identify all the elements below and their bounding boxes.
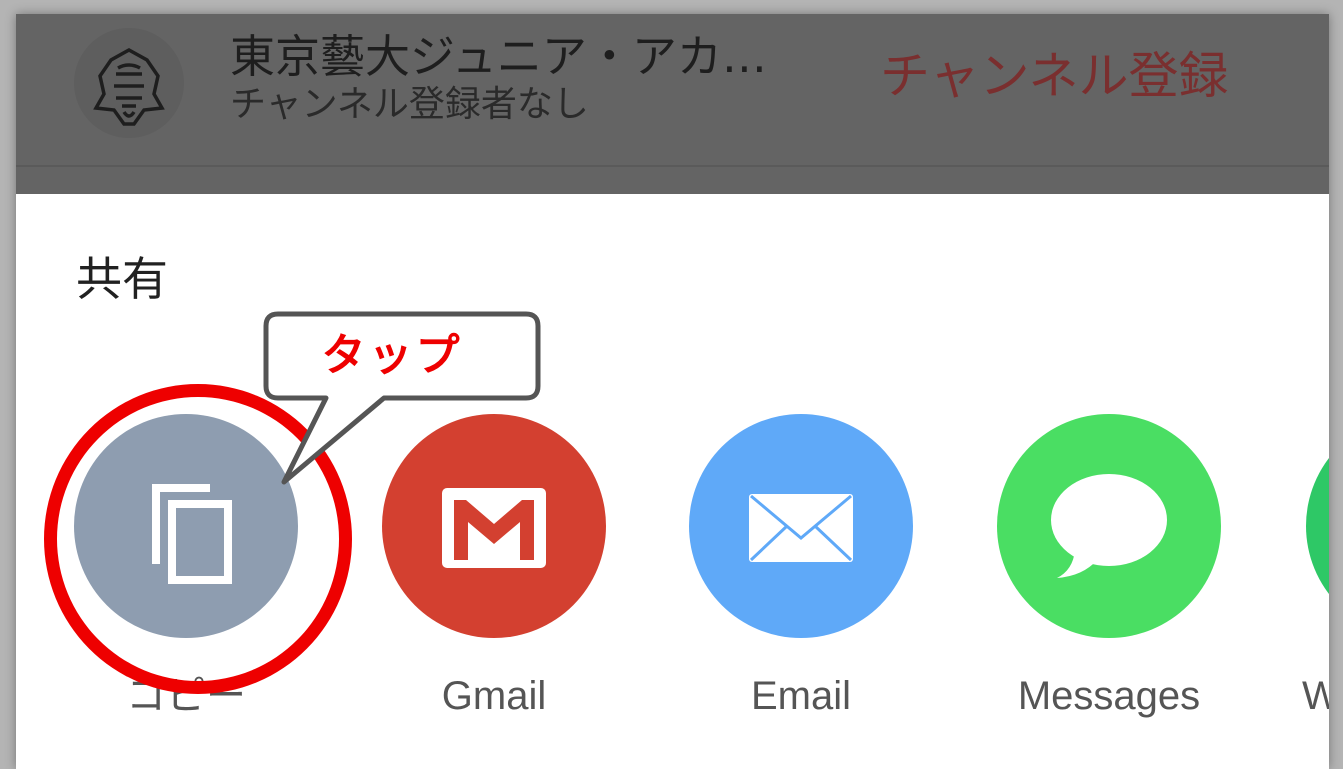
crest-logo — [93, 47, 165, 126]
subscribe-button[interactable]: チャンネル登録 — [880, 46, 1229, 106]
partial-app-icon[interactable] — [1306, 414, 1329, 638]
channel-name: 東京藝大ジュニア・アカ… — [230, 30, 767, 83]
share-target-gmail[interactable]: Gmail — [382, 414, 606, 734]
share-label-messages: Messages — [1017, 674, 1201, 718]
gmail-icon — [382, 414, 606, 638]
share-label-copy: コピー — [126, 674, 246, 718]
share-target-copy[interactable]: コピー — [74, 414, 298, 734]
channel-avatar[interactable] — [74, 28, 184, 138]
share-sheet-title: 共有 — [76, 252, 168, 306]
share-target-messages[interactable]: Messages — [997, 414, 1221, 734]
message-icon — [997, 414, 1221, 638]
share-label-gmail: Gmail — [441, 674, 547, 718]
copy-icon — [74, 414, 298, 638]
subscriber-count: チャンネル登録者なし — [230, 84, 589, 125]
share-target-email[interactable]: Email — [689, 414, 913, 734]
share-label-email: Email — [750, 674, 852, 718]
channel-header-overlay: 東京藝大ジュニア・アカ… チャンネル登録者なし チャンネル登録 — [16, 14, 1329, 194]
mail-icon — [689, 414, 913, 638]
share-label-partial: W — [1302, 674, 1329, 718]
callout-text: タップ — [321, 330, 463, 381]
screenshot-frame: 東京藝大ジュニア・アカ… チャンネル登録者なし チャンネル登録 共有 コピー G… — [16, 14, 1329, 769]
divider — [16, 165, 1329, 167]
